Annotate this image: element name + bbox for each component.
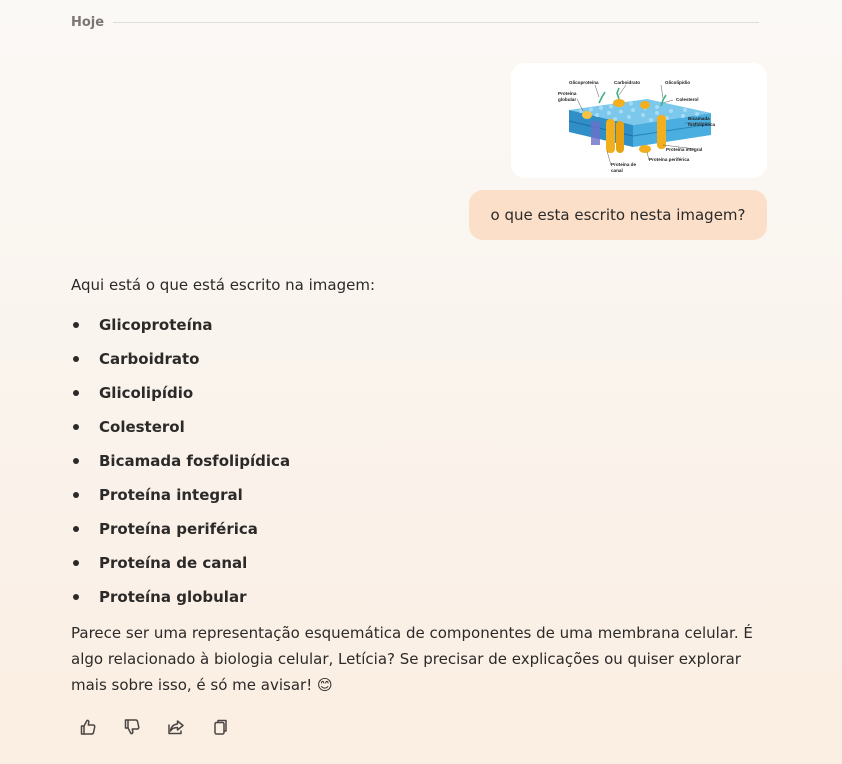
divider-line: [113, 21, 759, 23]
user-message-text: o que esta escrito nesta imagem?: [490, 206, 746, 224]
assistant-intro: Aqui está o que está escrito na imagem:: [71, 276, 376, 294]
list-item: Proteína globular: [71, 580, 771, 614]
thumbs-down-icon: [124, 719, 140, 735]
date-divider: Hoje: [71, 13, 759, 31]
assistant-item-list: Glicoproteína Carboidrato Glicolipídio C…: [71, 308, 771, 614]
date-label: Hoje: [71, 14, 105, 30]
thumbs-down-button[interactable]: [122, 716, 142, 738]
label-proteina-globular-1: Proteína: [558, 91, 577, 96]
label-colesterol: Colesterol: [676, 97, 698, 102]
list-item: Glicoproteína: [71, 308, 771, 342]
thumbs-up-icon: [80, 719, 96, 735]
label-proteina-integral: Proteína integral: [666, 147, 702, 152]
copy-button[interactable]: [210, 716, 230, 738]
copy-icon: [214, 719, 227, 735]
label-glicolipidio: Glicolipídio: [665, 80, 690, 85]
label-proteina-periferica: Proteína periférica: [649, 157, 690, 162]
label-carboidrato: Carboidrato: [614, 80, 640, 85]
user-message-bubble: o que esta escrito nesta imagem?: [469, 190, 767, 240]
list-item: Proteína integral: [71, 478, 771, 512]
cell-membrane-diagram: Glicoproteína Carboidrato Glicolipídio P…: [558, 80, 715, 173]
share-icon: [168, 720, 184, 735]
list-item: Glicolipídio: [71, 376, 771, 410]
label-proteina-canal-2: canal: [611, 168, 623, 173]
list-item: Proteína de canal: [71, 546, 771, 580]
thumbs-up-button[interactable]: [78, 716, 98, 738]
share-button[interactable]: [166, 716, 186, 738]
list-item: Carboidrato: [71, 342, 771, 376]
label-glicoproteina: Glicoproteína: [569, 80, 599, 85]
label-proteina-canal-1: Proteína de: [611, 162, 636, 167]
message-actions: [78, 716, 230, 738]
label-bicamada-2: fosfolipídica: [688, 122, 715, 127]
list-item: Bicamada fosfolipídica: [71, 444, 771, 478]
assistant-outro: Parece ser uma representação esquemática…: [71, 624, 753, 694]
label-bicamada-1: Bicamada: [688, 116, 710, 121]
list-item: Colesterol: [71, 410, 771, 444]
attached-image[interactable]: Glicoproteína Carboidrato Glicolipídio P…: [511, 63, 767, 178]
label-proteina-globular-2: globular: [558, 97, 576, 102]
assistant-message: Aqui está o que está escrito na imagem: …: [71, 272, 771, 698]
list-item: Proteína periférica: [71, 512, 771, 546]
